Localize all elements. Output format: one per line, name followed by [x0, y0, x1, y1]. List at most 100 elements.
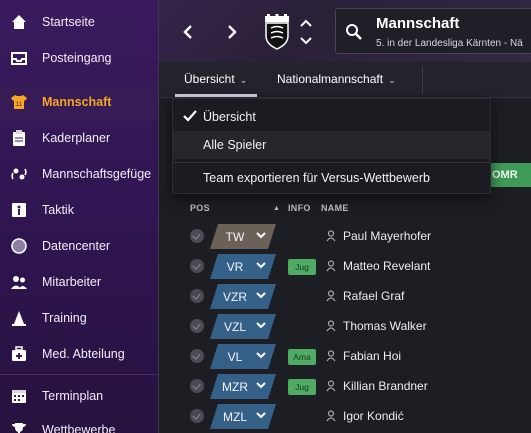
person-icon: [326, 350, 336, 362]
chevron-down-icon: [256, 348, 266, 362]
page-title: Mannschaft: [376, 15, 460, 32]
active-tab-indicator: [175, 94, 257, 97]
person-icon: [326, 410, 336, 422]
club-crest-icon[interactable]: [262, 14, 292, 50]
player-name[interactable]: Matteo Revelant: [343, 259, 430, 273]
sidebar-item-label: Wettbewerbe: [42, 423, 116, 433]
position-label: MZR: [222, 379, 248, 394]
chevron-up-icon: [300, 19, 312, 27]
info-badge[interactable]: Jug: [288, 379, 316, 395]
menu-item-team-exportieren[interactable]: Team exportieren für Versus-Wettbewerb: [173, 164, 490, 192]
select-checkbox[interactable]: [190, 319, 204, 333]
person-icon: [326, 230, 336, 242]
table-row[interactable]: VR Jug Matteo Revelant: [158, 251, 531, 281]
sidebar-item-label: Posteingang: [42, 51, 112, 65]
menu-divider: [173, 162, 490, 163]
select-checkbox[interactable]: [190, 259, 204, 273]
tab-uebersicht[interactable]: Übersicht ⌄: [184, 72, 247, 86]
chevron-right-icon: [228, 25, 237, 39]
position-label: VZR: [223, 289, 247, 304]
player-name[interactable]: Thomas Walker: [343, 319, 427, 333]
sidebar-item-mannschaft[interactable]: 11 Mannschaft: [0, 84, 158, 120]
position-label: VR: [226, 259, 244, 274]
sidebar-item-label: Training: [42, 311, 87, 325]
sidebar-item-training[interactable]: Training: [0, 300, 158, 336]
column-header-name[interactable]: NAME: [321, 203, 349, 213]
position-selector[interactable]: MZR: [210, 374, 276, 399]
player-name[interactable]: Rafael Graf: [343, 289, 404, 303]
menu-item-uebersicht[interactable]: Übersicht: [173, 103, 490, 131]
table-row[interactable]: VZL Thomas Walker: [158, 311, 531, 341]
menu-item-label: Übersicht: [203, 110, 256, 124]
club-search-box[interactable]: Mannschaft 5. in der Landesliga Kärnten …: [335, 8, 531, 54]
tab-divider: [422, 66, 423, 94]
chevron-down-icon: [300, 37, 312, 45]
info-badge[interactable]: Ama: [288, 349, 316, 365]
position-label: VZL: [223, 319, 246, 334]
position-selector[interactable]: MZL: [210, 404, 276, 429]
sidebar-item-taktik[interactable]: Taktik: [0, 192, 158, 228]
table-row[interactable]: VZR Rafael Graf: [158, 281, 531, 311]
trophy-icon: [10, 421, 28, 433]
sidebar-item-datencenter[interactable]: Datencenter: [0, 228, 158, 264]
league-position-text: 5. in der Landesliga Kärnten - Nä: [376, 38, 523, 49]
table-row[interactable]: VL Ama Fabian Hoi: [158, 341, 531, 371]
person-icon: [326, 290, 336, 302]
sidebar-item-mitarbeiter[interactable]: Mitarbeiter: [0, 264, 158, 300]
chevron-down-icon: [256, 258, 266, 272]
chevron-down-icon: ⌄: [239, 75, 248, 85]
position-selector[interactable]: VR: [210, 254, 276, 279]
sidebar-item-wettbewerbe[interactable]: Wettbewerbe: [0, 412, 158, 433]
select-checkbox[interactable]: [190, 289, 204, 303]
club-switch-button[interactable]: [299, 17, 313, 47]
person-icon: [326, 260, 336, 272]
view-dropdown-menu: Übersicht Alle Spieler Team exportieren …: [172, 98, 491, 194]
chevron-down-icon: ⌄: [388, 75, 396, 85]
table-row[interactable]: TW Paul Mayerhofer: [158, 221, 531, 251]
team-shirt-icon: 11: [10, 93, 28, 111]
sidebar-item-label: Taktik: [42, 203, 74, 217]
sidebar-divider: [0, 374, 158, 375]
player-name[interactable]: Killian Brandner: [343, 379, 428, 393]
tab-nationalmannschaft[interactable]: Nationalmannschaft ⌄: [277, 72, 396, 86]
table-row[interactable]: MZL Igor Kondić: [158, 401, 531, 431]
menu-item-alle-spieler[interactable]: Alle Spieler: [173, 131, 490, 159]
player-name[interactable]: Fabian Hoi: [343, 349, 401, 363]
sidebar-item-terminplan[interactable]: Terminplan: [0, 378, 158, 414]
position-selector[interactable]: VL: [210, 344, 276, 369]
sidebar-item-label: Startseite: [42, 15, 95, 29]
sidebar-item-startseite[interactable]: Startseite: [0, 4, 158, 40]
position-selector[interactable]: VZR: [210, 284, 276, 309]
training-icon: [10, 309, 28, 327]
chevron-down-icon: [256, 378, 266, 392]
menu-item-label: Team exportieren für Versus-Wettbewerb: [203, 171, 430, 185]
dynamics-icon: [10, 165, 28, 183]
column-header-pos[interactable]: POS: [190, 203, 210, 213]
player-name[interactable]: Paul Mayerhofer: [343, 229, 431, 243]
position-label: TW: [225, 229, 245, 244]
sidebar-item-label: Mannschaftsgefüge: [42, 167, 152, 181]
sidebar-item-med-abteilung[interactable]: Med. Abteilung: [0, 336, 158, 372]
column-header-info[interactable]: INFO: [288, 203, 311, 213]
sidebar-item-posteingang[interactable]: Posteingang: [0, 40, 158, 76]
sidebar-item-mannschaftsgefuege[interactable]: Mannschaftsgefüge: [0, 156, 158, 192]
select-checkbox[interactable]: [190, 349, 204, 363]
player-name[interactable]: Igor Kondić: [343, 409, 404, 423]
select-checkbox[interactable]: [190, 409, 204, 423]
back-button[interactable]: [177, 20, 199, 44]
person-icon: [326, 320, 336, 332]
select-checkbox[interactable]: [190, 229, 204, 243]
sidebar-item-kaderplaner[interactable]: Kaderplaner: [0, 120, 158, 156]
position-selector[interactable]: TW: [210, 224, 276, 249]
sidebar: Startseite Posteingang 11 Mannschaft Kad…: [0, 0, 158, 433]
sidebar-item-label: Med. Abteilung: [42, 347, 125, 361]
omr-button[interactable]: OMR: [487, 163, 531, 187]
table-row[interactable]: MZR Jug Killian Brandner: [158, 371, 531, 401]
select-checkbox[interactable]: [190, 379, 204, 393]
position-selector[interactable]: VZL: [210, 314, 276, 339]
info-badge[interactable]: Jug: [288, 259, 316, 275]
forward-button[interactable]: [221, 20, 243, 44]
header-bar: Mannschaft 5. in der Landesliga Kärnten …: [159, 0, 531, 62]
sort-ascending-icon[interactable]: ▲: [273, 205, 280, 212]
sidebar-item-label: Mitarbeiter: [42, 275, 102, 289]
